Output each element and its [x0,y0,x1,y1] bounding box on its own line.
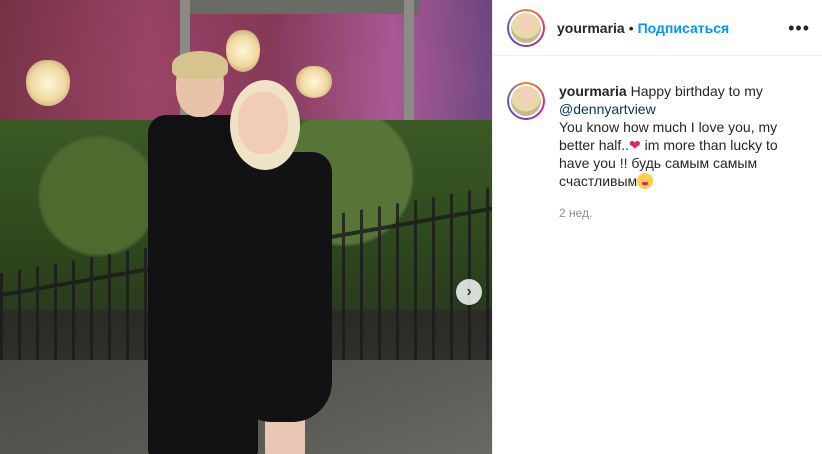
caption-body: yourmaria Happy birthday to my @dennyart… [559,82,809,222]
chevron-right-icon: › [466,283,472,300]
kiss-emoji-icon [637,173,654,189]
caption-username[interactable]: yourmaria [559,83,627,99]
follow-button[interactable]: Подписаться [638,20,730,36]
photo-lamp [26,60,70,106]
more-options-icon[interactable]: ••• [788,19,810,37]
separator-dot: • [628,19,634,36]
post-timestamp[interactable]: 2 нед. [559,204,809,222]
caption-avatar[interactable] [507,82,545,120]
photo-person-girl [220,80,332,454]
post-header: yourmaria • Подписаться ••• [493,0,822,56]
post-side-panel: yourmaria • Подписаться ••• yourmaria Ha… [492,0,822,454]
photo-pergola [180,0,420,14]
caption-comment: yourmaria Happy birthday to my @dennyart… [493,56,822,222]
next-image-button[interactable]: › [456,279,482,305]
heart-emoji-icon: ❤ [629,137,641,153]
header-username[interactable]: yourmaria [557,20,625,36]
photo-pole [404,0,414,140]
post-photo[interactable]: › [0,0,492,454]
caption-text: Happy birthday to my [630,83,763,99]
avatar-image [511,86,541,116]
avatar-image [511,12,541,43]
caption-mention-link[interactable]: @dennyartview [559,101,656,117]
avatar[interactable] [507,8,545,47]
